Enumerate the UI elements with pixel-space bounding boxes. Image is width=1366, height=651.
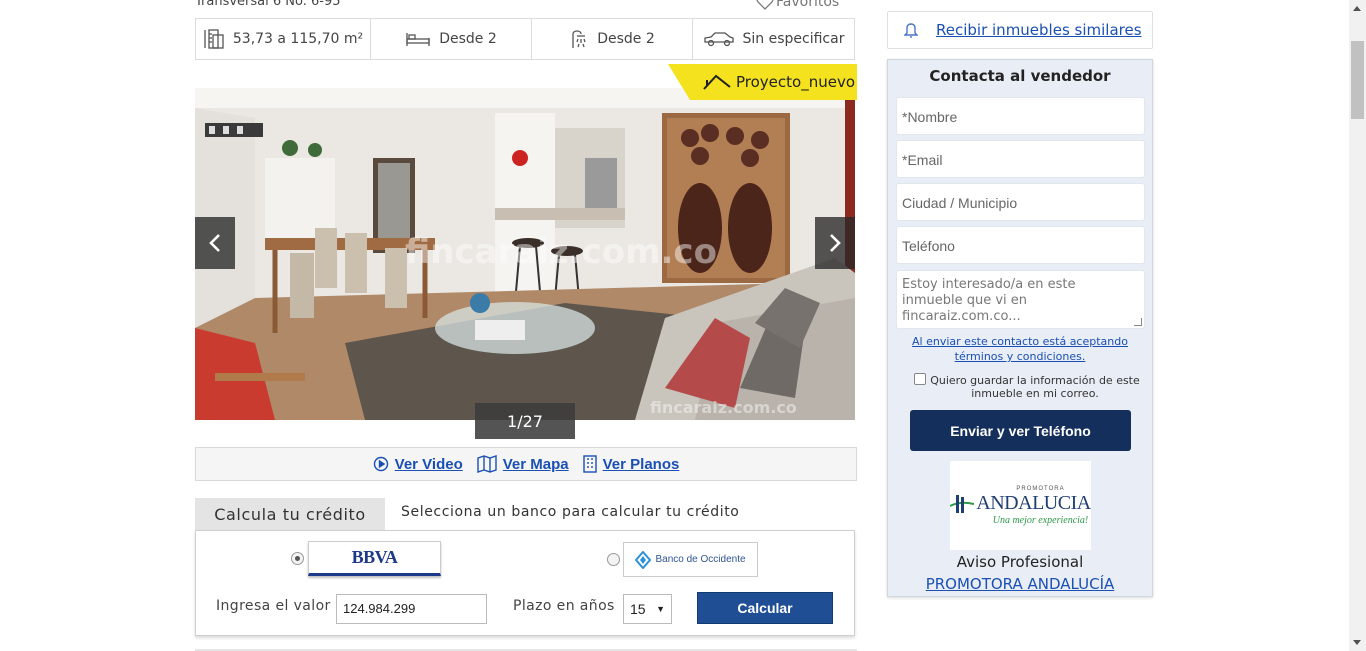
similar-listings-link[interactable]: Recibir inmuebles similares (936, 21, 1142, 39)
view-map-label: Ver Mapa (502, 455, 569, 473)
feature-bathrooms-label: Desde 2 (597, 31, 655, 47)
city-field[interactable]: Ciudad / Municipio (896, 183, 1145, 221)
phone-field[interactable]: Teléfono (896, 226, 1145, 264)
bed-icon (406, 33, 430, 46)
feature-bedrooms-label: Desde 2 (439, 31, 497, 47)
feature-area-label: 53,73 a 115,70 m² (232, 31, 364, 47)
bbva-label: BBVA (351, 547, 398, 567)
terms-link[interactable]: Al enviar este contacto está aceptando t… (888, 334, 1152, 364)
view-plans-link[interactable]: Ver Planos (582, 455, 680, 473)
features-row: 53,73 a 115,70 m² Desde 2 Desde 2 Sin es… (195, 18, 855, 60)
email-field[interactable]: *Email (896, 140, 1145, 178)
gallery-prev-button[interactable] (195, 217, 235, 269)
watermark: fincaraiz.com.co (405, 232, 717, 272)
bell-icon (904, 23, 918, 38)
value-label: Ingresa el valor (216, 598, 331, 614)
credit-subtitle: Selecciona un banco para calcular tu cré… (401, 504, 740, 520)
contact-form: Contacta al vendedor *Nombre *Email Ciud… (887, 59, 1153, 597)
view-video-label: Ver Video (394, 455, 463, 473)
scroll-thumb[interactable] (1351, 41, 1364, 119)
occidente-label: Banco de Occidente (655, 554, 746, 565)
advertiser-type: Aviso Profesional (956, 553, 1084, 571)
scroll-up-icon[interactable] (1353, 6, 1361, 11)
terms-line-2: términos y condiciones. (954, 350, 1086, 363)
occidente-logo-icon (635, 550, 652, 569)
logo-mark: ANDALUCIA (950, 491, 1091, 515)
years-value: 15 (630, 601, 646, 617)
save-info-label: Quiero guardar la información de este in… (930, 374, 1140, 400)
feature-bedrooms: Desde 2 (371, 19, 532, 59)
chevron-right-icon (830, 234, 841, 252)
bank-logo-occidente[interactable]: Banco de Occidente (623, 542, 758, 577)
shower-icon (572, 30, 586, 48)
photo-counter: 1/27 (475, 403, 575, 439)
message-field[interactable]: Estoy interesado/a en este inmueble que … (896, 270, 1145, 329)
map-icon (477, 455, 497, 473)
value-input[interactable]: 124.984.299 (336, 594, 487, 624)
logo-name: ANDALUCIA (976, 491, 1091, 514)
calculate-button[interactable]: Calcular (697, 592, 833, 624)
area-icon (204, 29, 224, 49)
feature-parking: Sin especificar (693, 19, 854, 59)
favorites-button[interactable]: Favoritos (756, 0, 839, 10)
credit-tab[interactable]: Calcula tu crédito (195, 498, 385, 531)
dropdown-arrow-icon: ▼ (656, 604, 665, 614)
new-project-badge: Proyecto_nuevo (668, 64, 857, 100)
play-circle-icon (373, 456, 388, 472)
andalucia-logo-icon (950, 495, 975, 513)
chevron-left-icon (209, 234, 220, 252)
view-video-link[interactable]: Ver Video (373, 456, 463, 473)
view-plans-label: Ver Planos (602, 455, 680, 473)
contact-title: Contacta al vendedor (929, 67, 1111, 85)
logo-tagline: Una mejor experiencia! (992, 514, 1089, 526)
property-photo[interactable]: fincaraiz.com.co fincaraiz.com.co (195, 88, 855, 420)
roof-icon (703, 74, 731, 90)
feature-parking-label: Sin especificar (742, 31, 845, 47)
send-contact-button[interactable]: Enviar y ver Teléfono (910, 410, 1131, 451)
feature-bathrooms: Desde 2 (532, 19, 693, 59)
property-address: Transversal 6 No. 6-95 (195, 0, 341, 9)
terms-line-1: Al enviar este contacto está aceptando (912, 335, 1128, 348)
badge-label: Proyecto_nuevo (736, 73, 856, 91)
advertiser-name-link[interactable]: PROMOTORA ANDALUCÍA (888, 575, 1152, 593)
bank-logo-bbva[interactable]: BBVA (308, 541, 441, 576)
favorites-label: Favoritos (776, 0, 840, 10)
media-links-bar: Ver Video Ver Mapa Ver Planos (195, 447, 857, 481)
feature-area: 53,73 a 115,70 m² (196, 19, 371, 59)
car-icon (703, 32, 734, 47)
bank-radio-occidente[interactable] (607, 553, 620, 566)
gallery-next-button[interactable] (815, 217, 855, 269)
save-info-checkbox[interactable] (914, 373, 926, 385)
heart-icon (756, 0, 774, 10)
resize-handle-icon[interactable] (1134, 318, 1142, 326)
building-icon (582, 455, 597, 473)
living-room-image: fincaraiz.com.co fincaraiz.com.co (195, 88, 855, 420)
bank-radio-bbva[interactable] (291, 552, 304, 565)
message-placeholder: Estoy interesado/a en este inmueble que … (902, 277, 1076, 324)
years-select[interactable]: 15 ▼ (623, 594, 672, 624)
name-field[interactable]: *Nombre (896, 97, 1145, 135)
scroll-down-icon[interactable] (1353, 640, 1361, 645)
watermark-small: fincaraiz.com.co (650, 398, 797, 417)
similar-listings-alert[interactable]: Recibir inmuebles similares (887, 11, 1153, 49)
years-label: Plazo en años (513, 598, 615, 614)
agency-logo[interactable]: PROMOTORA ANDALUCIA Una mejor experienci… (950, 461, 1091, 550)
view-map-link[interactable]: Ver Mapa (477, 455, 569, 473)
page-scrollbar[interactable] (1349, 0, 1366, 651)
